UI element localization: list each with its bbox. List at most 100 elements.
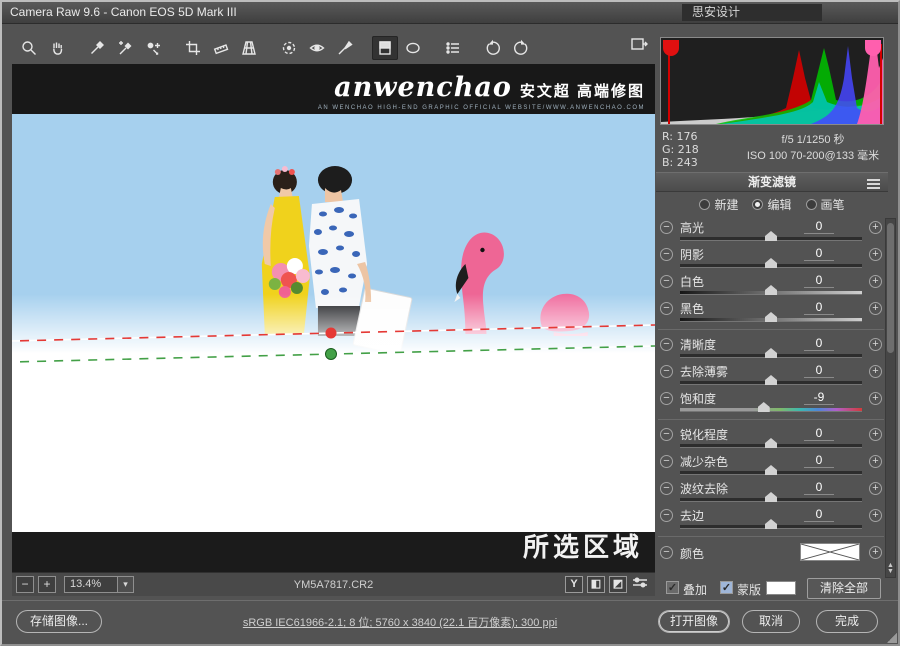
slider-track[interactable]: [680, 408, 862, 412]
slider-thumb[interactable]: [765, 348, 777, 358]
histogram[interactable]: [660, 37, 884, 125]
slider-value[interactable]: 0: [804, 426, 834, 441]
save-image-button[interactable]: 存储图像...: [16, 610, 102, 633]
decrease-shadows-button[interactable]: −: [660, 248, 673, 261]
before-after-split-button[interactable]: ◩: [609, 576, 627, 593]
increase-color-button[interactable]: +: [869, 546, 882, 559]
increase-highlights-button[interactable]: +: [869, 221, 882, 234]
red-eye-tool-button[interactable]: [304, 36, 330, 60]
slider-value[interactable]: 0: [804, 507, 834, 522]
slider-thumb[interactable]: [765, 231, 777, 241]
zoom-level-value[interactable]: 13.4%: [64, 576, 118, 593]
color-swatch[interactable]: [800, 543, 860, 561]
decrease-blacks-button[interactable]: −: [660, 302, 673, 315]
decrease-saturation-button[interactable]: −: [660, 392, 673, 405]
filter-mode-0[interactable]: 新建: [699, 196, 738, 213]
scrollbar-arrows[interactable]: ▲▼: [886, 563, 895, 575]
done-button[interactable]: 完成: [816, 610, 878, 633]
workflow-options-link[interactable]: sRGB IEC61966-2.1; 8 位; 5760 x 3840 (22.…: [162, 614, 638, 630]
preview-toggle-button[interactable]: Y: [565, 576, 583, 593]
footer-bar: 存储图像... sRGB IEC61966-2.1; 8 位; 5760 x 3…: [2, 602, 898, 646]
decrease-noise-reduction-button[interactable]: −: [660, 455, 673, 468]
decrease-defringe-button[interactable]: −: [660, 509, 673, 522]
color-sampler-tool-button[interactable]: [112, 36, 138, 60]
straighten-tool-button[interactable]: [208, 36, 234, 60]
crop-tool-button[interactable]: [180, 36, 206, 60]
hand-tool-button[interactable]: [44, 36, 70, 60]
adjustment-brush-tool-button[interactable]: [332, 36, 358, 60]
preview-settings-icon[interactable]: [631, 576, 649, 593]
zoom-out-button[interactable]: −: [16, 576, 34, 593]
slider-thumb[interactable]: [765, 519, 777, 529]
zoom-tool-button[interactable]: [16, 36, 42, 60]
radio-icon[interactable]: [699, 199, 710, 210]
radio-icon[interactable]: [806, 199, 817, 210]
slider-value[interactable]: 0: [804, 336, 834, 351]
slider-value[interactable]: 0: [804, 246, 834, 261]
resize-grip[interactable]: [887, 633, 897, 643]
before-after-left-right-button[interactable]: ◧: [587, 576, 605, 593]
increase-clarity-button[interactable]: +: [869, 338, 882, 351]
open-image-button[interactable]: 打开图像: [658, 610, 730, 633]
increase-sharpness-button[interactable]: +: [869, 428, 882, 441]
decrease-color-button[interactable]: −: [660, 546, 673, 559]
increase-noise-reduction-button[interactable]: +: [869, 455, 882, 468]
decrease-clarity-button[interactable]: −: [660, 338, 673, 351]
rotate-right-button[interactable]: [508, 36, 534, 60]
toggle-filmstrip-icon[interactable]: [630, 36, 648, 57]
slider-thumb[interactable]: [765, 465, 777, 475]
preferences-button[interactable]: [440, 36, 466, 60]
shadow-clipping-indicator[interactable]: [663, 40, 679, 56]
decrease-moire-reduction-button[interactable]: −: [660, 482, 673, 495]
slider-thumb[interactable]: [765, 258, 777, 268]
zoom-in-button[interactable]: +: [38, 576, 56, 593]
gradient-start-handle[interactable]: [325, 328, 336, 339]
increase-moire-reduction-button[interactable]: +: [869, 482, 882, 495]
white-balance-tool-button[interactable]: [84, 36, 110, 60]
targeted-adjustment-tool-button[interactable]: [140, 36, 166, 60]
slider-thumb[interactable]: [765, 438, 777, 448]
panel-menu-icon[interactable]: [867, 177, 880, 191]
slider-value[interactable]: -9: [804, 390, 834, 405]
scrollbar-thumb[interactable]: [887, 223, 894, 353]
decrease-sharpness-button[interactable]: −: [660, 428, 673, 441]
filter-mode-1[interactable]: 编辑: [752, 196, 791, 213]
slider-value[interactable]: 0: [804, 300, 834, 315]
increase-saturation-button[interactable]: +: [869, 392, 882, 405]
highlight-clipping-indicator[interactable]: [865, 40, 881, 56]
increase-blacks-button[interactable]: +: [869, 302, 882, 315]
increase-defringe-button[interactable]: +: [869, 509, 882, 522]
mask-color-swatch[interactable]: [766, 581, 796, 595]
mask-checkbox[interactable]: ✓: [720, 581, 733, 594]
spot-removal-tool-button[interactable]: [276, 36, 302, 60]
panel-scrollbar[interactable]: ▲▼: [885, 218, 896, 578]
slider-value[interactable]: 0: [804, 453, 834, 468]
decrease-whites-button[interactable]: −: [660, 275, 673, 288]
slider-value[interactable]: 0: [804, 273, 834, 288]
decrease-highlights-button[interactable]: −: [660, 221, 673, 234]
image-preview-area[interactable]: anwenchao 安文超 高端修图 AN WENCHAO HIGH-END G…: [12, 64, 655, 572]
decrease-dehaze-button[interactable]: −: [660, 365, 673, 378]
filter-mode-2[interactable]: 画笔: [806, 196, 845, 213]
transform-tool-button[interactable]: [236, 36, 262, 60]
cancel-button[interactable]: 取消: [742, 610, 800, 633]
increase-whites-button[interactable]: +: [869, 275, 882, 288]
slider-thumb[interactable]: [765, 375, 777, 385]
slider-thumb[interactable]: [765, 312, 777, 322]
radio-icon[interactable]: [752, 199, 763, 210]
slider-value[interactable]: 0: [804, 219, 834, 234]
gradient-end-handle[interactable]: [325, 349, 336, 360]
slider-thumb[interactable]: [758, 402, 770, 412]
slider-value[interactable]: 0: [804, 363, 834, 378]
rotate-left-button[interactable]: [480, 36, 506, 60]
slider-thumb[interactable]: [765, 492, 777, 502]
slider-value[interactable]: 0: [804, 480, 834, 495]
radial-filter-tool-button[interactable]: [400, 36, 426, 60]
clear-all-button[interactable]: 清除全部: [807, 578, 881, 599]
slider-thumb[interactable]: [765, 285, 777, 295]
increase-shadows-button[interactable]: +: [869, 248, 882, 261]
overlay-checkbox[interactable]: ✓: [666, 581, 679, 594]
increase-dehaze-button[interactable]: +: [869, 365, 882, 378]
graduated-filter-tool-button[interactable]: [372, 36, 398, 60]
zoom-level-dropdown[interactable]: ▾: [118, 576, 134, 593]
